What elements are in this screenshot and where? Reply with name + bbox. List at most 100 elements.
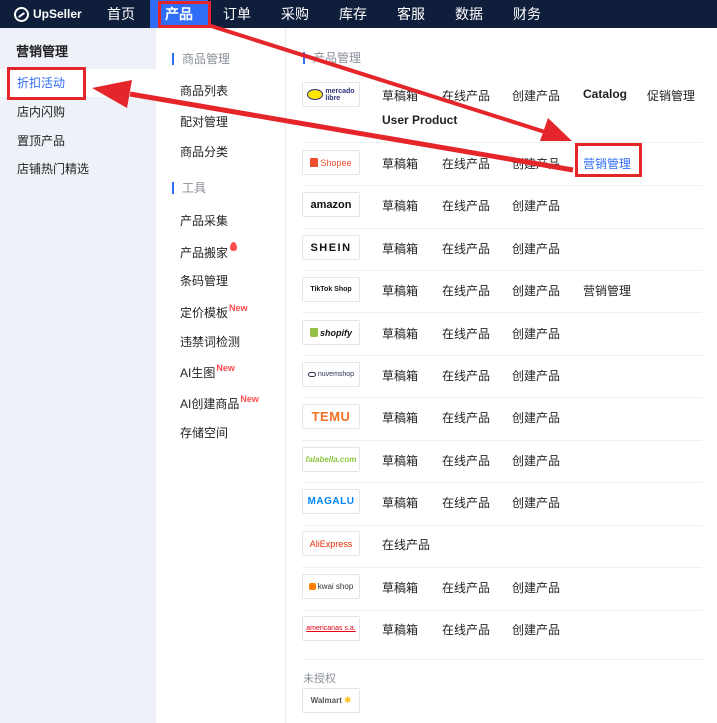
action-user-product[interactable]: User Product [382, 113, 457, 127]
menu-move[interactable]: 产品搬家 [180, 242, 238, 261]
menu-collect[interactable]: 产品采集 [180, 212, 228, 229]
shopify-bag-icon [309, 328, 318, 337]
nav-data[interactable]: 数据 [440, 0, 498, 28]
action-drafts[interactable]: 草稿箱 [382, 197, 418, 214]
sidebar-item-discount[interactable]: 折扣活动 [0, 69, 156, 97]
action-marketing-tiktok[interactable]: 营销管理 [583, 282, 631, 299]
action-drafts[interactable]: 草稿箱 [382, 155, 418, 172]
kwai-shop-logo: kwai shop [302, 574, 360, 599]
kwai-shop-logo-text: kwai shop [317, 582, 354, 591]
nav-orders[interactable]: 订单 [208, 0, 266, 28]
action-catalog[interactable]: Catalog [583, 87, 627, 101]
action-drafts[interactable]: 草稿箱 [382, 325, 418, 342]
action-create[interactable]: 创建产品 [512, 87, 560, 104]
action-create[interactable]: 创建产品 [512, 282, 560, 299]
sidebar-item-shop-featured[interactable]: 店铺热门精选 [0, 155, 156, 183]
mercadolibre-logo-line1: mercado [325, 87, 355, 95]
action-promotion[interactable]: 促销管理 [647, 87, 695, 104]
walmart-logo[interactable]: Walmart ✱ [302, 688, 360, 713]
action-drafts[interactable]: 草稿箱 [382, 621, 418, 638]
menu-move-label: 产品搬家 [180, 246, 229, 260]
action-online[interactable]: 在线产品 [442, 240, 490, 257]
menu-categories[interactable]: 商品分类 [180, 143, 228, 160]
action-create[interactable]: 创建产品 [512, 494, 560, 511]
action-create[interactable]: 创建产品 [512, 579, 560, 596]
sidebar-item-top-picks[interactable]: 置顶产品 [0, 127, 156, 155]
action-online[interactable]: 在线产品 [442, 87, 490, 104]
action-online[interactable]: 在线产品 [442, 621, 490, 638]
walmart-logo-text: Walmart [310, 696, 342, 705]
action-drafts[interactable]: 草稿箱 [382, 240, 418, 257]
action-online[interactable]: 在线产品 [442, 494, 490, 511]
action-marketing-shopee[interactable]: 营销管理 [583, 155, 631, 172]
action-online[interactable]: 在线产品 [382, 536, 430, 553]
walmart-spark-icon: ✱ [343, 695, 352, 705]
nav-home[interactable]: 首页 [92, 0, 150, 28]
nuvem-cloud-icon [307, 372, 316, 377]
sidebar-item-flash-deal[interactable]: 店内闪购 [0, 98, 156, 126]
action-drafts[interactable]: 草稿箱 [382, 367, 418, 384]
action-create[interactable]: 创建产品 [512, 155, 560, 172]
menu-barcode[interactable]: 条码管理 [180, 272, 228, 289]
top-nav: UpSeller 首页 产品 订单 采购 库存 客服 数据 财务 [0, 0, 717, 28]
temu-logo: TEMU [302, 404, 360, 429]
platform-row-kwai: kwai shop 草稿箱 在线产品 创建产品 [302, 568, 702, 611]
shein-logo: SHEIN [302, 235, 360, 260]
action-online[interactable]: 在线产品 [442, 197, 490, 214]
sidebar-title: 营销管理 [16, 44, 69, 59]
aliexpress-logo: AliExpress [302, 531, 360, 556]
action-drafts[interactable]: 草稿箱 [382, 452, 418, 469]
action-create[interactable]: 创建产品 [512, 367, 560, 384]
action-create[interactable]: 创建产品 [512, 452, 560, 469]
action-drafts[interactable]: 草稿箱 [382, 87, 418, 104]
action-online[interactable]: 在线产品 [442, 409, 490, 426]
mercadolibre-logo-line2: libre [325, 94, 341, 102]
mercadolibre-logo: mercado libre [302, 82, 360, 107]
nav-customer-service[interactable]: 客服 [382, 0, 440, 28]
action-online[interactable]: 在线产品 [442, 155, 490, 172]
action-online[interactable]: 在线产品 [442, 452, 490, 469]
platform-row-americanas: americanas s.a. 草稿箱 在线产品 创建产品 [302, 611, 702, 660]
action-drafts[interactable]: 草稿箱 [382, 409, 418, 426]
nav-finance[interactable]: 财务 [498, 0, 556, 28]
platform-row-nuvemshop: nuvemshop 草稿箱 在线产品 创建产品 [302, 356, 702, 398]
menu-product-list[interactable]: 商品列表 [180, 82, 228, 99]
action-drafts[interactable]: 草稿箱 [382, 282, 418, 299]
nav-inventory[interactable]: 库存 [324, 0, 382, 28]
nav-purchase[interactable]: 采购 [266, 0, 324, 28]
panel-title: 产品管理 [303, 52, 361, 64]
menu-storage[interactable]: 存储空间 [180, 424, 228, 441]
shopify-logo-text: shopify [319, 327, 352, 338]
brand-logo[interactable]: UpSeller [0, 6, 92, 22]
shopee-logo-text: Shopee [320, 157, 352, 168]
action-create[interactable]: 创建产品 [512, 325, 560, 342]
hot-flame-icon [230, 242, 238, 251]
platform-row-magalu: MAGALU 草稿箱 在线产品 创建产品 [302, 483, 702, 526]
action-create[interactable]: 创建产品 [512, 197, 560, 214]
new-badge: New [216, 363, 235, 373]
amazon-logo: amazon [302, 192, 360, 217]
action-create[interactable]: 创建产品 [512, 409, 560, 426]
action-online[interactable]: 在线产品 [442, 579, 490, 596]
menu-ai-image-label: AI生图 [180, 366, 216, 380]
action-online[interactable]: 在线产品 [442, 367, 490, 384]
action-online[interactable]: 在线产品 [442, 325, 490, 342]
action-create[interactable]: 创建产品 [512, 621, 560, 638]
platform-panel: 产品管理 mercado libre 草稿箱 在线产品 创建产品 Catalog … [287, 28, 717, 723]
unauthorized-label: 未授权 [303, 673, 336, 685]
nav-products[interactable]: 产品 [150, 0, 208, 28]
action-drafts[interactable]: 草稿箱 [382, 579, 418, 596]
menu-ai-image[interactable]: AI生图New [180, 363, 235, 381]
kwai-icon [308, 583, 316, 590]
menu-ai-create[interactable]: AI创建商品New [180, 394, 259, 412]
platform-row-falabella: falabella.com 草稿箱 在线产品 创建产品 [302, 441, 702, 483]
menu-pairing[interactable]: 配对管理 [180, 113, 228, 130]
action-online[interactable]: 在线产品 [442, 282, 490, 299]
falabella-logo: falabella.com [302, 447, 360, 472]
menu-banned-words[interactable]: 违禁词检测 [180, 333, 240, 350]
menu-pricing[interactable]: 定价模板New [180, 303, 248, 321]
shopify-logo: shopify [302, 320, 360, 345]
action-drafts[interactable]: 草稿箱 [382, 494, 418, 511]
action-create[interactable]: 创建产品 [512, 240, 560, 257]
shopee-bag-icon [310, 158, 319, 167]
